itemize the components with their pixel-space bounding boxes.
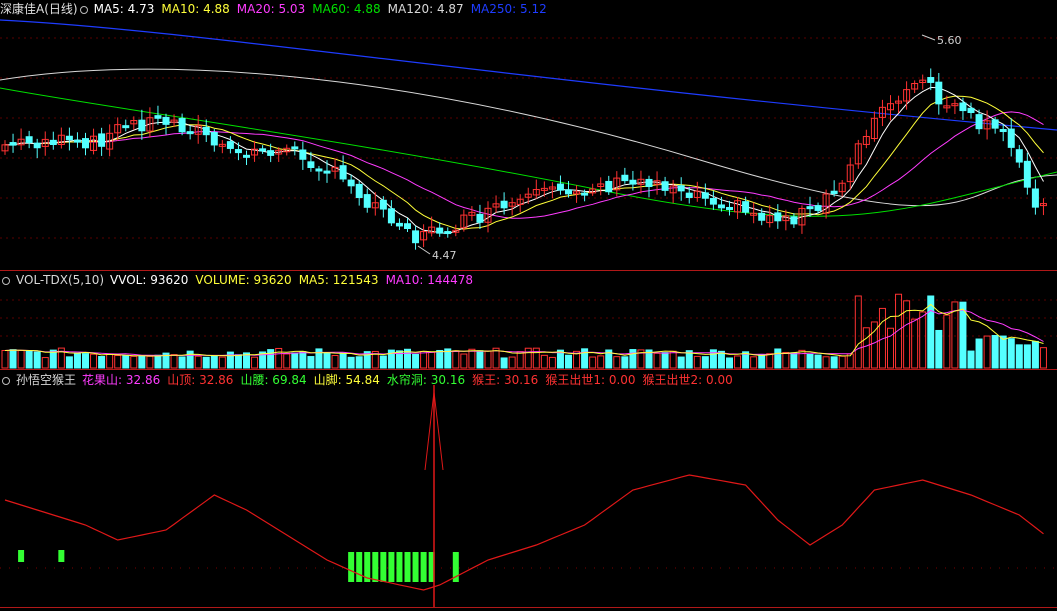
indicator-title[interactable]: 孙悟空猴王	[16, 373, 76, 387]
settings-circle-icon[interactable]	[2, 377, 10, 385]
green-signal-bar	[372, 552, 379, 582]
green-signal-bar	[396, 552, 403, 582]
volume-title[interactable]: VOL-TDX(5,10)	[16, 273, 104, 287]
settings-circle-icon[interactable]	[79, 6, 88, 14]
green-signal-bar	[404, 552, 411, 582]
ma-readout: MA60: 4.88	[312, 2, 381, 16]
ind-readout: 山腰: 69.84	[240, 373, 307, 387]
price-panel-header: 深康佳A(日线) MA5: 4.73 MA10: 4.88 MA20: 5.03 MA6…	[0, 1, 560, 17]
green-signal-bar	[348, 552, 355, 582]
ma-readout: MA20: 5.03	[236, 2, 306, 16]
green-signal-bar	[356, 552, 363, 582]
green-signal-bar	[420, 552, 427, 582]
green-signal-bar	[380, 552, 387, 582]
indicator-readouts: 花果山: 32.86 山顶: 32.86 山腰: 69.84 山脚: 54.84 水帘洞…	[82, 373, 740, 387]
vol-readout: MA5: 121543	[298, 273, 379, 287]
vol-readout: VVOL: 93620	[110, 273, 189, 287]
green-signal-bar	[412, 552, 419, 582]
ind-readout: 猴王出世1: 0.00	[545, 373, 636, 387]
vol-readout: VOLUME: 93620	[195, 273, 292, 287]
volume-panel-header: VOL-TDX(5,10) VVOL: 93620 VOLUME: 93620 MA5…	[0, 272, 486, 288]
ind-readout: 花果山: 32.86	[82, 373, 161, 387]
ind-readout: 猴王: 30.16	[472, 373, 539, 387]
ma-readout: MA5: 4.73	[93, 2, 155, 16]
settings-circle-icon[interactable]	[2, 277, 10, 285]
indicator-panel-header: 孙悟空猴王 花果山: 32.86 山顶: 32.86 山腰: 69.84 山脚: 54.…	[0, 372, 746, 388]
green-signal-bar	[18, 550, 25, 562]
green-signal-bar	[58, 550, 65, 562]
price-ma-readouts: MA5: 4.73 MA10: 4.88 MA20: 5.03 MA60: 4.88 M…	[94, 2, 554, 16]
ind-readout: 猴王出世2: 0.00	[642, 373, 733, 387]
ma-readout: MA250: 5.12	[470, 2, 547, 16]
indicator-curve	[4, 474, 1044, 591]
ind-readout: 山顶: 32.86	[167, 373, 234, 387]
ma-readout: MA10: 4.88	[161, 2, 230, 16]
ind-readout: 山脚: 54.84	[313, 373, 380, 387]
ind-readout: 水帘洞: 30.16	[386, 373, 466, 387]
green-signal-bar	[388, 552, 395, 582]
vol-readout: MA10: 144478	[385, 273, 474, 287]
panel-separator	[0, 607, 1057, 608]
volume-readouts: VVOL: 93620 VOLUME: 93620 MA5: 121543 MA10:…	[110, 273, 480, 287]
stock-name[interactable]: 深康佳A(日线)	[0, 2, 78, 16]
ma-readout: MA120: 4.87	[387, 2, 464, 16]
monkey-king-indicator-chart[interactable]	[0, 0, 1057, 611]
